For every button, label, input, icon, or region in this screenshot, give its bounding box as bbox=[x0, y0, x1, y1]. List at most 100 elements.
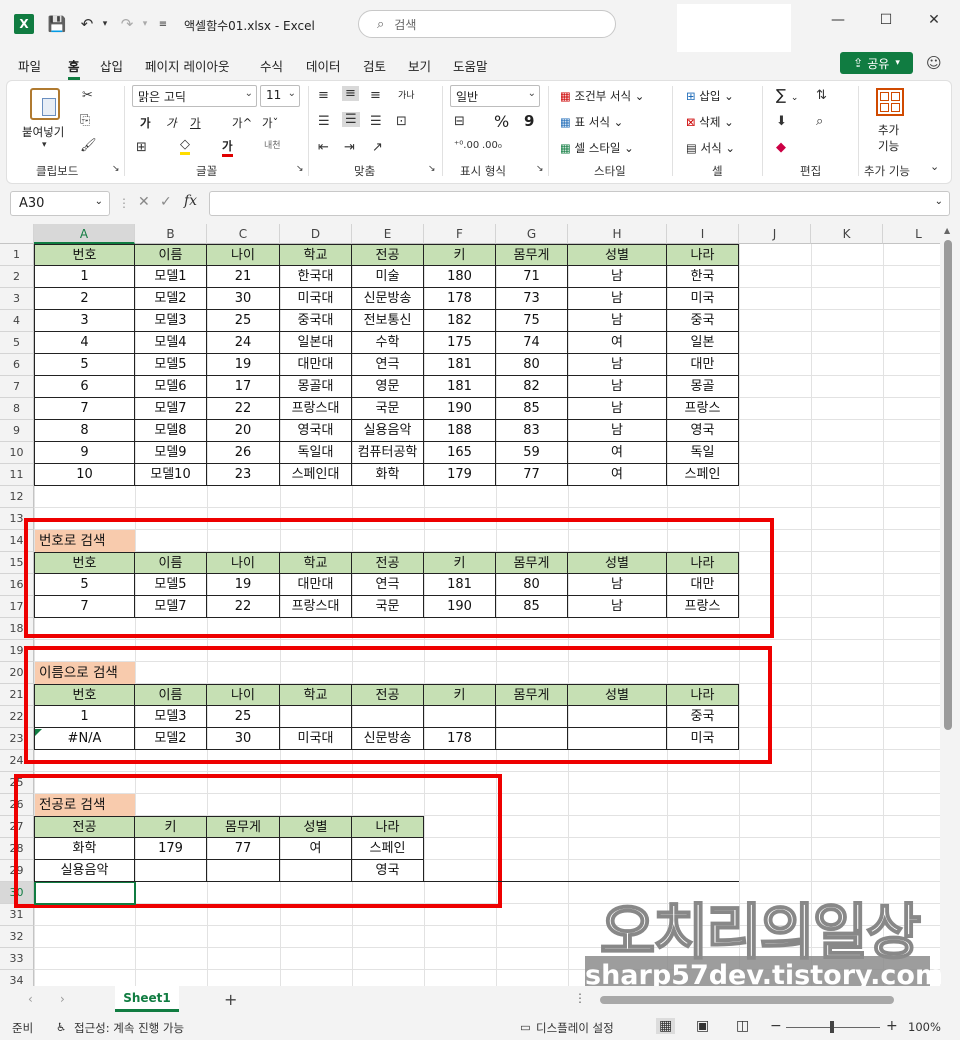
zoom-level[interactable]: 100% bbox=[908, 1020, 941, 1034]
table-cell[interactable]: 남 bbox=[568, 376, 667, 398]
table-header-cell[interactable]: 성별 bbox=[568, 244, 667, 266]
fill-color-icon[interactable]: ◇ bbox=[180, 138, 190, 155]
table-cell[interactable]: 모델8 bbox=[135, 420, 207, 442]
shrink-font-button[interactable]: 가ˇ bbox=[262, 115, 278, 131]
customize-toolbar-icon[interactable]: ≡ bbox=[155, 12, 171, 36]
table-cell[interactable]: 9 bbox=[34, 442, 135, 464]
table-cell[interactable]: 모델9 bbox=[135, 442, 207, 464]
table-cell[interactable]: 59 bbox=[496, 442, 568, 464]
tab-view[interactable]: 보기 bbox=[408, 56, 431, 75]
table-cell[interactable]: 26 bbox=[207, 442, 280, 464]
increase-decimal-icon[interactable]: ⁺⁰.00 bbox=[454, 140, 479, 151]
row-header-9[interactable]: 9 bbox=[0, 420, 34, 442]
table-cell[interactable]: 83 bbox=[496, 420, 568, 442]
paste-icon[interactable] bbox=[30, 88, 60, 120]
selected-cell-a30[interactable] bbox=[34, 881, 136, 905]
table-cell[interactable]: 중국대 bbox=[280, 310, 352, 332]
table-cell[interactable]: 7 bbox=[34, 398, 135, 420]
table-cell[interactable]: 남 bbox=[568, 310, 667, 332]
close-icon[interactable]: ✕ bbox=[914, 12, 954, 36]
table-cell[interactable]: 실용음악 bbox=[352, 420, 424, 442]
add-ins-icon[interactable] bbox=[876, 88, 904, 116]
table-cell[interactable]: 한국 bbox=[667, 266, 739, 288]
borders-icon[interactable]: ⊞ bbox=[136, 140, 147, 155]
table-cell[interactable]: 여 bbox=[568, 332, 667, 354]
accounting-format-icon[interactable]: ⊟ bbox=[454, 114, 465, 129]
table-cell[interactable]: 모델7 bbox=[135, 398, 207, 420]
table-cell[interactable]: 19 bbox=[207, 354, 280, 376]
insert-function-icon[interactable]: fx bbox=[184, 193, 197, 209]
tab-formulas[interactable]: 수식 bbox=[260, 56, 283, 75]
table-cell[interactable]: 21 bbox=[207, 266, 280, 288]
row-header-10[interactable]: 10 bbox=[0, 442, 34, 464]
table-header-cell[interactable]: 몸무게 bbox=[496, 244, 568, 266]
merge-center-icon[interactable]: ⊡ bbox=[396, 114, 407, 129]
table-cell[interactable]: 스페인대 bbox=[280, 464, 352, 486]
column-header-i[interactable]: I bbox=[667, 224, 739, 244]
cut-icon[interactable]: ✂ bbox=[82, 88, 93, 103]
horizontal-scroll-thumb[interactable] bbox=[600, 996, 894, 1004]
search-box[interactable]: ⌕ 검색 bbox=[358, 10, 616, 38]
table-cell[interactable]: 24 bbox=[207, 332, 280, 354]
row-header-7[interactable]: 7 bbox=[0, 376, 34, 398]
column-header-d[interactable]: D bbox=[280, 224, 352, 244]
table-cell[interactable]: 모델3 bbox=[135, 310, 207, 332]
row-header-6[interactable]: 6 bbox=[0, 354, 34, 376]
table-cell[interactable]: 6 bbox=[34, 376, 135, 398]
name-box[interactable]: A30 ⌄ bbox=[10, 191, 110, 216]
table-cell[interactable]: 미국대 bbox=[280, 288, 352, 310]
row-header-8[interactable]: 8 bbox=[0, 398, 34, 420]
table-cell[interactable]: 80 bbox=[496, 354, 568, 376]
row-header-4[interactable]: 4 bbox=[0, 310, 34, 332]
page-break-view-icon[interactable]: ◫ bbox=[736, 1018, 749, 1034]
table-cell[interactable]: 77 bbox=[496, 464, 568, 486]
collapse-ribbon-icon[interactable]: ⌄ bbox=[930, 160, 939, 173]
table-header-cell[interactable]: 전공 bbox=[352, 244, 424, 266]
underline-button[interactable]: 가 bbox=[190, 115, 201, 131]
table-cell[interactable]: 188 bbox=[424, 420, 496, 442]
format-cells-button[interactable]: ▤ 서식 ⌄ bbox=[686, 140, 735, 156]
column-header-b[interactable]: B bbox=[135, 224, 207, 244]
account-area[interactable] bbox=[677, 4, 791, 52]
table-cell[interactable]: 1 bbox=[34, 266, 135, 288]
align-middle-icon[interactable]: ≡ bbox=[342, 86, 359, 101]
align-right-icon[interactable]: ☰ bbox=[370, 114, 382, 129]
table-cell[interactable]: 연극 bbox=[352, 354, 424, 376]
table-cell[interactable]: 전보통신 bbox=[352, 310, 424, 332]
table-cell[interactable]: 미술 bbox=[352, 266, 424, 288]
table-cell[interactable]: 모델10 bbox=[135, 464, 207, 486]
table-cell[interactable]: 179 bbox=[424, 464, 496, 486]
table-cell[interactable]: 3 bbox=[34, 310, 135, 332]
column-header-c[interactable]: C bbox=[207, 224, 280, 244]
add-sheet-icon[interactable]: + bbox=[224, 990, 237, 1009]
table-cell[interactable]: 4 bbox=[34, 332, 135, 354]
table-cell[interactable]: 남 bbox=[568, 398, 667, 420]
table-cell[interactable]: 165 bbox=[424, 442, 496, 464]
cell-styles-button[interactable]: ▦ 셀 스타일 ⌄ bbox=[560, 140, 634, 156]
column-header-h[interactable]: H bbox=[568, 224, 667, 244]
vertical-scroll-thumb[interactable] bbox=[944, 240, 952, 730]
table-cell[interactable]: 82 bbox=[496, 376, 568, 398]
next-sheet-icon[interactable]: › bbox=[60, 992, 65, 1006]
table-cell[interactable]: 국문 bbox=[352, 398, 424, 420]
increase-indent-icon[interactable]: ⇥ bbox=[344, 140, 355, 155]
decrease-indent-icon[interactable]: ⇤ bbox=[318, 140, 329, 155]
row-header-1[interactable]: 1 bbox=[0, 244, 34, 266]
autosum-button[interactable]: ∑ ⌄ bbox=[776, 86, 798, 104]
worksheet-grid[interactable]: A B C D E F G H I J K L 1 2 3 4 5 6 7 8 9 10 11 12 13 14 15 16 17 18 1… bbox=[0, 224, 940, 986]
decrease-decimal-icon[interactable]: .00₀ bbox=[482, 140, 502, 151]
formula-input[interactable]: ⌄ bbox=[209, 191, 950, 216]
column-header-g[interactable]: G bbox=[496, 224, 568, 244]
wrap-text-button[interactable]: 가나 bbox=[398, 88, 415, 101]
table-cell[interactable]: 22 bbox=[207, 398, 280, 420]
zoom-slider-thumb[interactable] bbox=[830, 1021, 834, 1033]
table-cell[interactable]: 30 bbox=[207, 288, 280, 310]
clear-icon[interactable]: ◆ bbox=[776, 140, 786, 155]
table-cell[interactable]: 모델4 bbox=[135, 332, 207, 354]
table-cell[interactable]: 컴퓨터공학 bbox=[352, 442, 424, 464]
table-cell[interactable]: 23 bbox=[207, 464, 280, 486]
row-header-32[interactable]: 32 bbox=[0, 926, 34, 948]
table-cell[interactable]: 모델6 bbox=[135, 376, 207, 398]
table-cell[interactable]: 모델1 bbox=[135, 266, 207, 288]
table-cell[interactable]: 175 bbox=[424, 332, 496, 354]
